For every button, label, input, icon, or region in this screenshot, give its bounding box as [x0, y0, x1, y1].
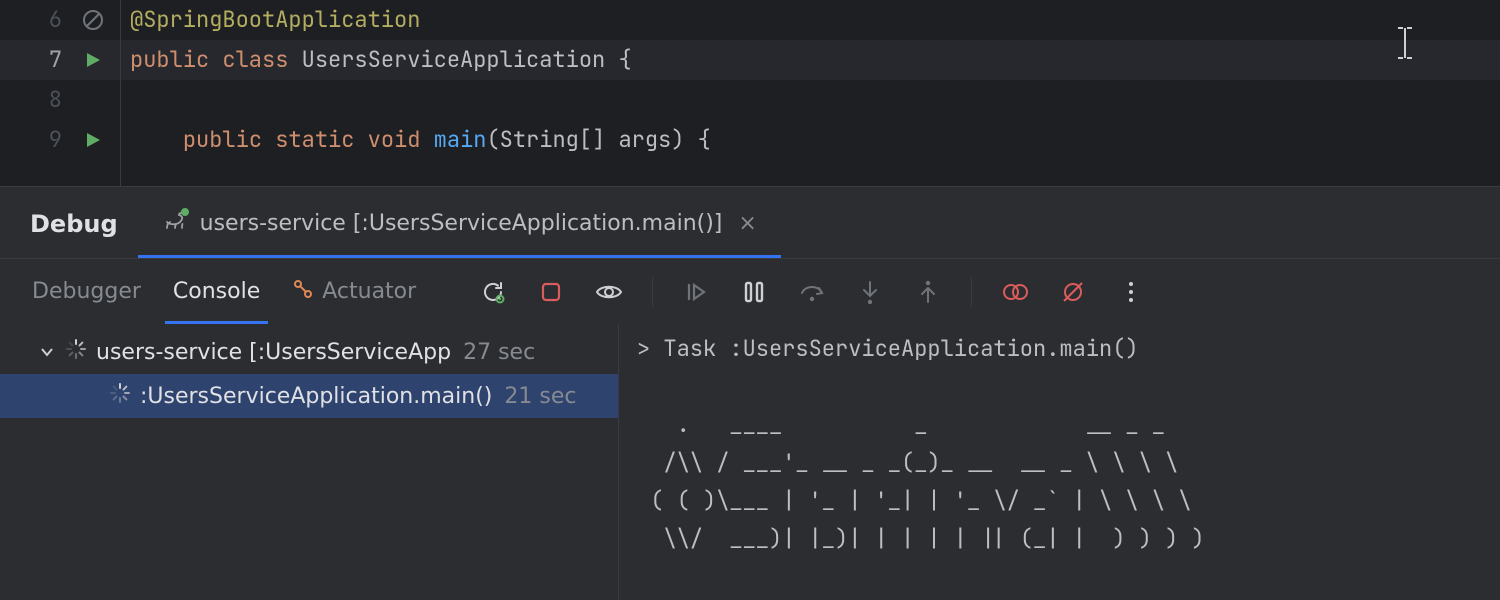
code-content[interactable]: @SpringBootApplication: [120, 0, 420, 40]
step-out-button[interactable]: [913, 277, 943, 307]
task-tree[interactable]: users-service [:UsersServiceApp 27 sec :…: [0, 324, 618, 600]
gutter[interactable]: 6: [0, 0, 120, 40]
no-entry-gutter-icon[interactable]: [66, 9, 120, 31]
gutter[interactable]: 9: [0, 120, 120, 160]
more-actions-button[interactable]: [1116, 277, 1146, 307]
run-gutter-icon[interactable]: [66, 131, 120, 149]
mute-breakpoints-button[interactable]: [1058, 277, 1088, 307]
stop-button[interactable]: [536, 277, 566, 307]
gutter[interactable]: 7: [0, 40, 120, 80]
gutter[interactable]: 8: [0, 80, 120, 120]
show-watches-button[interactable]: [594, 277, 624, 307]
code-line[interactable]: 9 public static void main(String[] args)…: [0, 120, 1500, 160]
text-cursor-icon: [1394, 26, 1416, 73]
actuator-tab[interactable]: Actuator: [290, 278, 418, 320]
line-number: 7: [0, 40, 66, 80]
actuator-label: Actuator: [322, 279, 416, 304]
task-tree-child[interactable]: :UsersServiceApplication.main() 21 sec: [0, 374, 618, 418]
code-line[interactable]: 6 @SpringBootApplication: [0, 0, 1500, 40]
rerun-button[interactable]: [478, 277, 508, 307]
console-output[interactable]: > Task :UsersServiceApplication.main() .…: [619, 324, 1500, 600]
task-tree-root-time: 27 sec: [461, 340, 535, 365]
debug-panel-title: Debug: [30, 210, 118, 258]
actuator-icon: [292, 278, 314, 306]
resume-button[interactable]: [681, 277, 711, 307]
line-number: 8: [0, 80, 66, 120]
line-number: 9: [0, 120, 66, 160]
code-editor[interactable]: 6 @SpringBootApplication 7 public class Use…: [0, 0, 1500, 186]
task-tree-child-time: 21 sec: [502, 384, 576, 409]
step-into-button[interactable]: [855, 277, 885, 307]
spinner-icon: [66, 339, 86, 365]
close-tab-button[interactable]: ×: [732, 211, 756, 236]
gradle-icon: [162, 207, 190, 241]
run-config-tab[interactable]: users-service [:UsersServiceApplication.…: [148, 187, 771, 258]
code-content[interactable]: public class UsersServiceApplication {: [120, 40, 632, 80]
task-tree-root[interactable]: users-service [:UsersServiceApp 27 sec: [0, 330, 618, 374]
spinner-icon: [110, 383, 130, 409]
line-number: 6: [0, 0, 66, 40]
pause-button[interactable]: [739, 277, 769, 307]
debug-toolbar: Debugger Console Actuator: [0, 258, 1500, 324]
step-over-button[interactable]: [797, 277, 827, 307]
code-content[interactable]: public static void main(String[] args) {: [120, 120, 711, 160]
debug-panel-header: Debug users-service [:UsersServiceApplic…: [0, 186, 1500, 258]
task-tree-child-label: :UsersServiceApplication.main(): [140, 384, 492, 409]
run-gutter-icon[interactable]: [66, 51, 120, 69]
view-breakpoints-button[interactable]: [1000, 277, 1030, 307]
chevron-down-icon[interactable]: [38, 345, 56, 359]
debugger-tab[interactable]: Debugger: [30, 279, 143, 318]
run-config-label: users-service [:UsersServiceApplication.…: [200, 211, 723, 236]
code-line[interactable]: 8: [0, 80, 1500, 120]
task-tree-root-label: users-service [:UsersServiceApp: [96, 340, 451, 365]
console-tab[interactable]: Console: [171, 279, 262, 318]
code-line[interactable]: 7 public class UsersServiceApplication {: [0, 40, 1500, 80]
